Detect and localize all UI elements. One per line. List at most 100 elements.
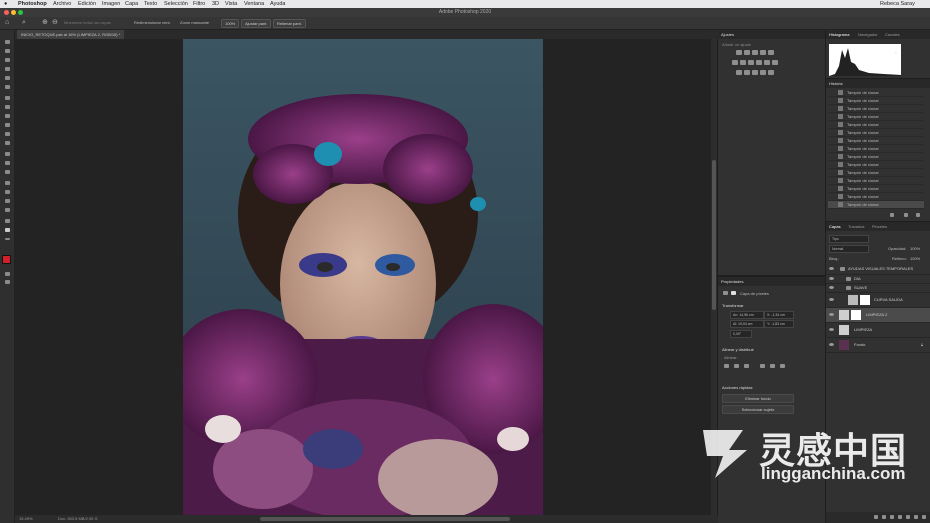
path-select-tool-icon[interactable] [3, 199, 11, 204]
selective-color-icon[interactable] [768, 70, 774, 75]
new-group-icon[interactable] [906, 515, 910, 519]
dodge-tool-icon[interactable] [3, 170, 11, 175]
properties-title[interactable]: Propiedades [718, 277, 825, 286]
history-item[interactable]: Tampón de clonar [828, 121, 924, 129]
select-subject-button[interactable]: Seleccionar sujeto [722, 405, 794, 414]
history-item[interactable]: Tampón de clonar [828, 89, 924, 97]
history-item[interactable]: Tampón de clonar [828, 105, 924, 113]
layer-row[interactable]: Fondo 🔒︎ [826, 338, 930, 353]
history-item[interactable]: Tampón de clonar [828, 97, 924, 105]
hand-tool-icon[interactable] [3, 219, 11, 224]
new-layer-icon[interactable] [914, 515, 918, 519]
pen-tool-icon[interactable] [3, 181, 11, 186]
document-image[interactable] [183, 39, 543, 515]
align-top-icon[interactable] [760, 364, 765, 368]
tab-paths[interactable]: Trazados [848, 222, 865, 231]
visibility-eye-icon[interactable] [829, 277, 834, 280]
sample-all-layers[interactable]: Muestrear todas las capas [64, 17, 111, 29]
width-field[interactable]: An: 14,96 cm [730, 311, 764, 319]
menu-3d[interactable]: 3D [212, 0, 219, 8]
close-window-icon[interactable] [4, 10, 9, 15]
foreground-color-swatch[interactable] [2, 255, 11, 264]
menu-imagen[interactable]: Imagen [102, 0, 120, 8]
lock-icon[interactable]: 🔒︎ [921, 338, 923, 352]
visibility-eye-icon[interactable] [829, 267, 834, 270]
menu-texto[interactable]: Texto [144, 0, 157, 8]
apple-icon[interactable]: ● [4, 0, 7, 8]
tab-brushes[interactable]: Pinceles [872, 222, 887, 231]
y-field[interactable]: Y: -1,83 cm [764, 320, 794, 328]
layer-filter-select[interactable]: Tipo [829, 235, 869, 243]
gradient-tool-icon[interactable] [3, 152, 11, 157]
layer-row[interactable]: CURVA SALIDA [826, 293, 930, 308]
history-item[interactable]: Tampón de clonar [828, 129, 924, 137]
eraser-tool-icon[interactable] [3, 141, 11, 146]
tab-histogram[interactable]: Histograma [829, 30, 849, 39]
quick-select-tool-icon[interactable] [3, 67, 11, 72]
folder-icon[interactable] [846, 286, 851, 290]
menu-user[interactable]: Rebeca Saray [880, 0, 915, 8]
menu-edicion[interactable]: Edición [78, 0, 96, 8]
exposure-icon[interactable] [760, 50, 766, 55]
zoom-tool-icon[interactable]: ⌕ [22, 17, 26, 29]
camera-icon[interactable] [904, 213, 908, 217]
layer-mask-thumbnail[interactable] [860, 295, 870, 305]
menu-ayuda[interactable]: Ayuda [270, 0, 286, 8]
history-title[interactable]: Historia [826, 79, 930, 88]
history-item[interactable]: Tampón de clonar [828, 201, 924, 209]
scrubby-zoom-checkbox[interactable]: Zoom manuante [180, 17, 209, 29]
channel-mixer-icon[interactable] [764, 60, 770, 65]
history-item[interactable]: Tampón de clonar [828, 113, 924, 121]
layer-row[interactable]: SUAVE [826, 284, 930, 293]
quick-mask-icon[interactable] [3, 272, 11, 277]
visibility-eye-icon[interactable] [829, 313, 834, 316]
folder-icon[interactable] [846, 277, 851, 281]
vibrance-icon[interactable] [768, 50, 774, 55]
fx-icon[interactable] [882, 515, 886, 519]
align-header[interactable]: Alinear y distribuir [722, 347, 754, 352]
align-center-icon[interactable] [734, 364, 739, 368]
menu-ventana[interactable]: Ventana [244, 0, 264, 8]
menu-seleccion[interactable]: Selección [164, 0, 188, 8]
status-zoom[interactable]: 15,49% [19, 515, 33, 523]
resize-windows-checkbox[interactable]: Redimensionar vent. [134, 17, 171, 29]
gradient-map-icon[interactable] [760, 70, 766, 75]
crop-tool-icon[interactable] [3, 76, 11, 81]
posterize-icon[interactable] [744, 70, 750, 75]
history-item[interactable]: Tampón de clonar [828, 193, 924, 201]
adjustments-title[interactable]: Ajustes [718, 30, 825, 39]
align-middle-icon[interactable] [770, 364, 775, 368]
history-item[interactable]: Tampón de clonar [828, 185, 924, 193]
transform-header[interactable]: Transformar [722, 303, 744, 308]
tab-layers[interactable]: Capas [829, 222, 841, 231]
history-brush-tool-icon[interactable] [3, 132, 11, 137]
brightness-contrast-icon[interactable] [736, 50, 742, 55]
menu-app[interactable]: Photoshop [18, 0, 47, 8]
layer-row[interactable]: DIA [826, 275, 930, 284]
home-icon[interactable]: ⌂ [5, 17, 9, 29]
invert-icon[interactable] [736, 70, 742, 75]
menu-vista[interactable]: Vista [225, 0, 237, 8]
visibility-eye-icon[interactable] [829, 343, 834, 346]
history-item[interactable]: Tampón de clonar [828, 161, 924, 169]
threshold-icon[interactable] [752, 70, 758, 75]
tab-navigator[interactable]: Navegador [858, 30, 878, 39]
opacity-value[interactable]: 100% [910, 246, 920, 251]
marquee-tool-icon[interactable] [3, 49, 11, 54]
trash-icon[interactable] [916, 213, 920, 217]
align-left-icon[interactable] [724, 364, 729, 368]
histogram-warning-icon[interactable]: ⚠ [894, 50, 898, 55]
zoom-100-button[interactable]: 100% [221, 19, 240, 28]
angle-field[interactable]: 0,00° [730, 330, 752, 338]
height-field[interactable]: Al: 19,94 cm [730, 320, 764, 328]
screen-mode-icon[interactable] [3, 280, 11, 285]
delete-layer-icon[interactable] [922, 515, 926, 519]
zoom-out-icon[interactable]: ⊖ [52, 17, 58, 29]
history-item[interactable]: Tampón de clonar [828, 153, 924, 161]
minimize-window-icon[interactable] [11, 10, 16, 15]
history-item[interactable]: Tampón de clonar [828, 145, 924, 153]
fit-screen-button[interactable]: Ajustar pant. [241, 19, 272, 28]
color-balance-icon[interactable] [740, 60, 746, 65]
visibility-eye-icon[interactable] [829, 298, 834, 301]
visibility-eye-icon[interactable] [829, 286, 834, 289]
